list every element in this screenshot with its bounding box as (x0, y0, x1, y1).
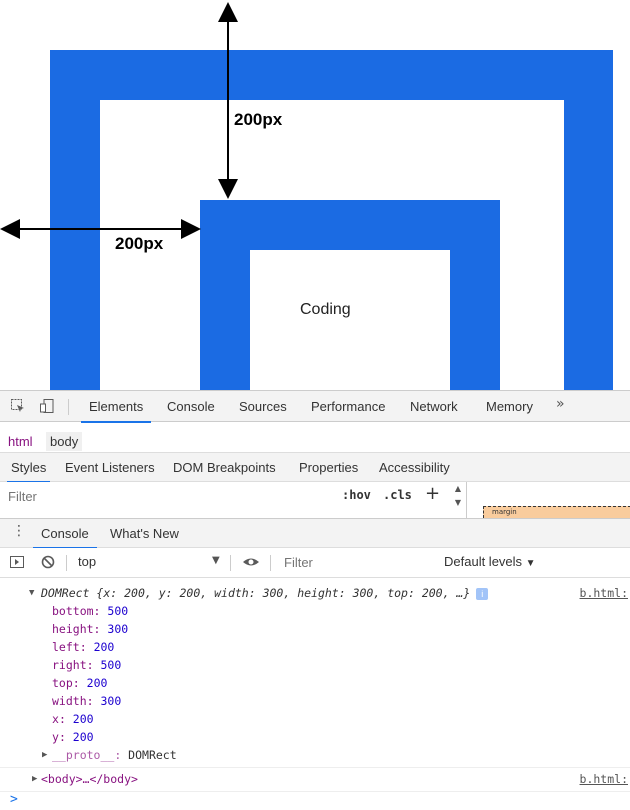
prop-value: 200 (93, 640, 115, 654)
prop-row: bottom: 500 (52, 604, 129, 618)
context-selector[interactable]: top (78, 554, 96, 569)
tab-dom-breakpoints[interactable]: DOM Breakpoints (173, 453, 276, 482)
console-prompt[interactable]: > (10, 792, 18, 807)
prop-key: bottom (52, 604, 94, 618)
prop-value: 500 (107, 604, 129, 618)
tab-network[interactable]: Network (402, 391, 466, 422)
tab-console[interactable]: Console (159, 391, 223, 422)
summary-text: {x: 200, y: 200, width: 300, height: 300… (96, 586, 471, 600)
prop-row: left: 200 (52, 640, 115, 654)
body-element-line[interactable]: <body>…</body> (41, 772, 138, 786)
toolbar-separator (68, 399, 69, 415)
expand-triangle-icon[interactable]: ▶ (42, 750, 47, 760)
proto-key: __proto__ (52, 748, 115, 762)
vertical-measure-label: 200px (234, 110, 283, 129)
prop-row: height: 300 (52, 622, 129, 636)
sidebar-toggle-icon[interactable] (9, 554, 25, 574)
prop-value: 500 (100, 658, 122, 672)
tab-sources[interactable]: Sources (231, 391, 295, 422)
toolbar-separator (66, 555, 67, 571)
tab-properties[interactable]: Properties (299, 453, 358, 482)
prop-row: y: 200 (52, 730, 94, 744)
prop-row: right: 500 (52, 658, 122, 672)
measurement-arrows (0, 2, 238, 239)
console-toolbar: top ▼ Default levels ▼ (0, 548, 630, 578)
devtools-tabbar: Elements Console Sources Performance Net… (0, 390, 630, 423)
drawer-tabbar: ⋮ Console What's New (0, 518, 630, 549)
cls-toggle[interactable]: .cls (383, 488, 412, 502)
prop-key: top (52, 676, 73, 690)
device-toolbar-icon[interactable] (38, 398, 56, 416)
summary-type: DOMRect (41, 586, 90, 600)
styles-filter-input[interactable] (2, 485, 330, 507)
info-icon: i (476, 587, 489, 600)
box-model-pane: margin (466, 482, 630, 518)
prop-value: 200 (86, 676, 108, 690)
page-viewport: Coding 200px 200px (0, 0, 630, 390)
prop-key: y (52, 730, 59, 744)
box-model-margin: margin (483, 506, 630, 518)
drawer-tab-whats-new[interactable]: What's New (110, 519, 179, 548)
console-output: ▼ DOMRect {x: 200, y: 200, width: 300, h… (0, 578, 630, 810)
expand-triangle-icon[interactable]: ▼ (29, 588, 34, 598)
styles-filter-row: :hov .cls + (0, 482, 466, 512)
tab-accessibility[interactable]: Accessibility (379, 453, 450, 482)
domrect-summary[interactable]: DOMRect {x: 200, y: 200, width: 300, hei… (41, 586, 489, 600)
log-levels-label: Default levels (444, 554, 523, 569)
drawer-tab-console[interactable]: Console (33, 519, 97, 549)
inspect-element-icon[interactable] (9, 398, 27, 416)
proto-row[interactable]: __proto__: DOMRect (52, 748, 177, 762)
prop-key: height (52, 622, 94, 636)
tab-event-listeners[interactable]: Event Listeners (65, 453, 155, 482)
prop-value: 300 (107, 622, 129, 636)
breadcrumb-html[interactable]: html (4, 432, 37, 451)
breadcrumb-body[interactable]: body (46, 432, 83, 451)
drawer-menu-icon[interactable]: ⋮ (12, 523, 26, 539)
row-divider (0, 767, 630, 768)
prop-row: x: 200 (52, 712, 94, 726)
chevron-down-icon[interactable]: ▼ (212, 555, 220, 566)
toolbar-separator (230, 555, 231, 571)
prop-value: 200 (72, 712, 94, 726)
chevron-down-icon: ▼ (525, 558, 536, 569)
prop-key: left (52, 640, 80, 654)
expand-triangle-icon[interactable]: ▶ (32, 774, 37, 784)
styles-tabbar: Styles Event Listeners DOM Breakpoints P… (0, 452, 630, 483)
horizontal-measure-label: 200px (115, 234, 164, 253)
console-filter-input[interactable] (278, 552, 436, 572)
tab-performance[interactable]: Performance (303, 391, 393, 422)
hov-toggle[interactable]: :hov (342, 488, 371, 502)
prop-key: width (52, 694, 87, 708)
tab-styles[interactable]: Styles (6, 453, 51, 483)
prop-key: right (52, 658, 87, 672)
live-expression-eye-icon[interactable] (242, 554, 260, 574)
clear-console-icon[interactable] (40, 554, 56, 574)
row-divider (0, 791, 630, 792)
tab-memory[interactable]: Memory (478, 391, 541, 422)
styles-scrollbar[interactable]: ▲ ▼ (452, 482, 464, 516)
prop-row: top: 200 (52, 676, 108, 690)
prop-key: x (52, 712, 59, 726)
toolbar-separator (270, 555, 271, 571)
prop-value: 300 (100, 694, 122, 708)
prop-value: 200 (72, 730, 94, 744)
new-style-rule-button[interactable]: + (425, 483, 440, 504)
devtools-panel: Elements Console Sources Performance Net… (0, 390, 630, 810)
prop-row: width: 300 (52, 694, 122, 708)
source-link[interactable]: b.html: (580, 772, 628, 786)
tab-elements[interactable]: Elements (81, 391, 152, 423)
breadcrumb: html body (0, 430, 630, 453)
proto-value: DOMRect (128, 748, 177, 762)
source-link[interactable]: b.html: (580, 586, 628, 600)
log-levels-dropdown[interactable]: Default levels ▼ (444, 554, 536, 569)
more-tabs-button[interactable]: » (556, 396, 565, 412)
